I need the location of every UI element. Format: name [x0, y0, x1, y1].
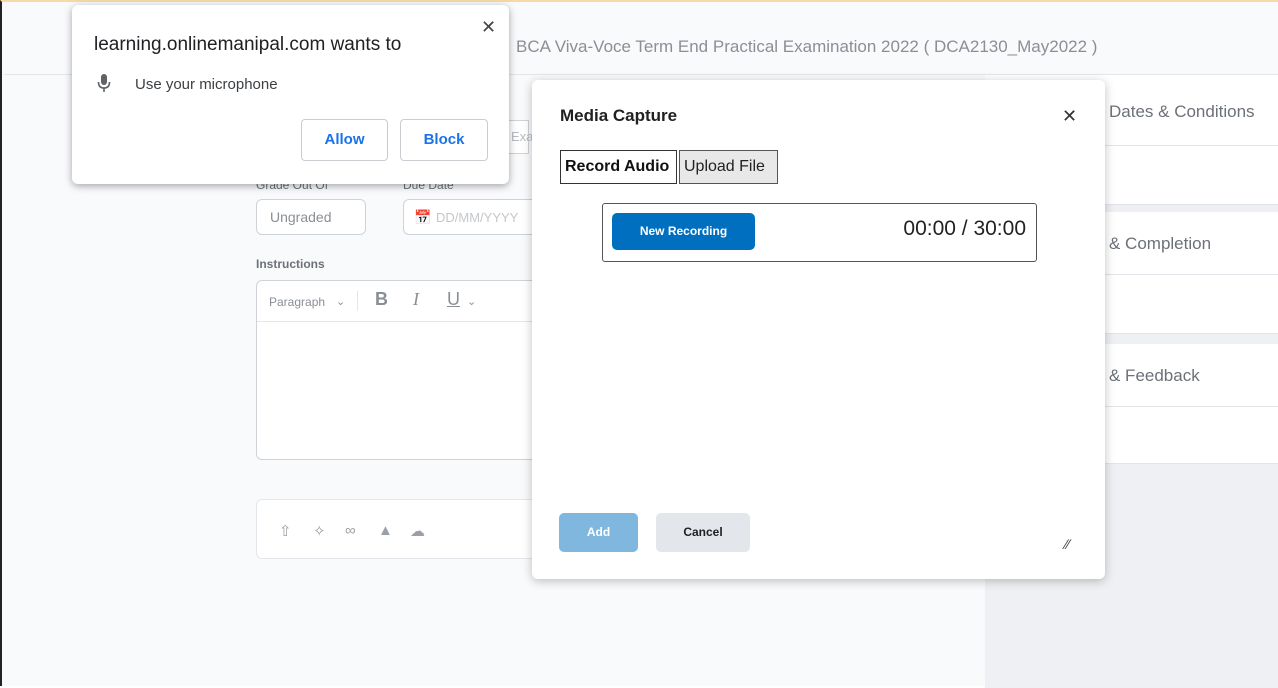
chevron-down-icon[interactable]: ⌄ — [467, 295, 476, 308]
grade-field[interactable]: Ungraded — [256, 199, 366, 235]
instructions-label: Instructions — [256, 257, 325, 271]
calendar-icon: 📅 — [414, 209, 432, 225]
dialog-title: Media Capture — [560, 106, 678, 125]
permission-prompt: learning.onlinemanipal.com wants to ✕ Us… — [72, 5, 509, 184]
attachment-bar: ⇧ ✧ ∞ ▲ ☁ — [256, 499, 546, 559]
toolbar-divider — [357, 291, 358, 311]
new-recording-button[interactable]: New Recording — [612, 213, 755, 250]
close-icon[interactable]: ✕ — [481, 17, 496, 38]
allow-button[interactable]: Allow — [301, 119, 388, 161]
block-button[interactable]: Block — [400, 119, 488, 161]
grade-value: Ungraded — [270, 209, 332, 225]
tab-upload-file[interactable]: Upload File — [679, 150, 778, 184]
name-input[interactable]: Exan — [509, 120, 541, 154]
chevron-down-icon[interactable]: ⌄ — [336, 295, 345, 308]
recording-timer: 00:00 / 30:00 — [903, 217, 1026, 240]
panel-heading: Dates & Conditions — [1109, 102, 1255, 121]
recorder-panel: New Recording 00:00 / 30:00 — [602, 203, 1037, 262]
app-frame: BCA Viva-Voce Term End Practical Examina… — [0, 0, 1278, 688]
permission-title: learning.onlinemanipal.com wants to — [94, 34, 402, 55]
close-icon[interactable]: ✕ — [1062, 106, 1077, 127]
upload-icon[interactable]: ⇧ — [279, 522, 292, 540]
link-icon[interactable]: ∞ — [345, 522, 356, 539]
instructions-editor[interactable]: Paragraph ⌄ B I U ⌄ — [256, 280, 546, 460]
media-capture-dialog: Media Capture ✕ Record Audio Upload File… — [532, 80, 1105, 579]
microphone-icon — [97, 73, 111, 98]
onedrive-icon[interactable]: ☁ — [410, 522, 425, 540]
page-title: BCA Viva-Voce Term End Practical Examina… — [516, 37, 1098, 56]
editor-toolbar: Paragraph ⌄ B I U ⌄ — [257, 281, 546, 322]
due-date-placeholder: DD/MM/YYYY — [436, 210, 519, 225]
tab-record-audio[interactable]: Record Audio — [560, 150, 677, 184]
due-date-field[interactable]: 📅 DD/MM/YYYY — [403, 199, 543, 235]
panel-heading: & Feedback — [1109, 366, 1200, 385]
insert-stuff-icon[interactable]: ✧ — [313, 522, 326, 540]
cancel-button[interactable]: Cancel — [656, 513, 750, 552]
panel-heading: & Completion — [1109, 234, 1212, 253]
resize-handle-icon[interactable]: ∕∕ — [1065, 536, 1070, 552]
italic-button[interactable]: I — [413, 289, 419, 310]
bold-button[interactable]: B — [375, 289, 388, 310]
underline-button[interactable]: U — [447, 289, 460, 310]
paragraph-format-select[interactable]: Paragraph — [269, 295, 325, 309]
add-button[interactable]: Add — [559, 513, 638, 552]
google-drive-icon[interactable]: ▲ — [378, 522, 393, 539]
permission-request: Use your microphone — [135, 76, 278, 93]
